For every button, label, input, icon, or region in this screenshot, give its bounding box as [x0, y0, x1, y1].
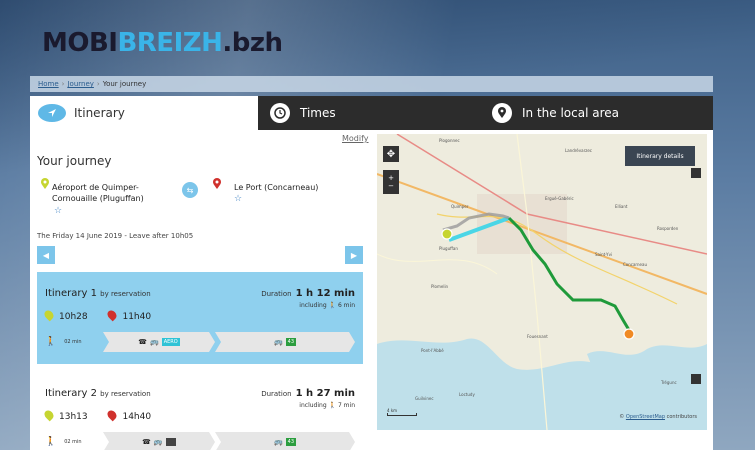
breadcrumb-separator: › [61, 80, 65, 88]
map-place-label: Plomelin [431, 284, 449, 289]
map-attribution: © OpenStreetMap contributors [619, 414, 697, 420]
map-pin-icon [492, 103, 512, 123]
itinerary-card-2[interactable]: Itinerary 2 by reservation Duration 1 h 2… [37, 372, 363, 450]
next-button[interactable]: ▶ [345, 246, 363, 264]
breadcrumb-home-link[interactable]: Home [38, 80, 59, 88]
map-place-label: Ergué-Gabéric [545, 196, 574, 201]
itinerary-duration: Duration 1 h 12 min [261, 288, 355, 299]
date-line: The Friday 14 June 2019 - Leave after 10… [37, 232, 194, 240]
itinerary-legs: 🚶 02 min ☎ 🚌 AERO 🚌 43 [45, 332, 355, 352]
tab-times[interactable]: Times [258, 96, 486, 130]
itinerary-title: Itinerary 2 by reservation [45, 388, 151, 399]
tab-bar: Itinerary Times In the local area [30, 96, 713, 130]
walk-leg: 🚶 02 min [45, 437, 82, 447]
map-place-label: Rosporden [657, 226, 679, 231]
breadcrumb-current: Your journey [102, 80, 147, 88]
map-place-label: Saint-Yvi [595, 252, 613, 257]
modify-link[interactable]: Modify [342, 134, 369, 143]
navigation-arrow-icon [38, 104, 66, 122]
swap-icon: ⇆ [186, 185, 194, 195]
itinerary-times: 10h28 11h40 [42, 308, 169, 322]
map-place-label: Pont-l'Abbé [421, 348, 444, 353]
map-place-label: Elliant [615, 204, 628, 209]
zoom-out-icon[interactable]: − [388, 182, 394, 190]
origin-pin-icon [42, 408, 56, 422]
map-place-label: Landrévarzec [565, 148, 592, 153]
origin-place: Aéroport de Quimper-Cornouaille (Pluguff… [52, 183, 144, 203]
map-scale: 4 km [387, 408, 417, 416]
arrow-right-icon: ▶ [350, 250, 358, 260]
clock-icon [270, 103, 290, 123]
walk-summary: including 🚶 6 min [299, 302, 355, 309]
destination-pin-icon [106, 308, 119, 322]
arrow-left-icon: ◀ [42, 250, 50, 260]
itinerary-details-button[interactable]: Itinerary details [625, 146, 695, 166]
itinerary-title: Itinerary 1 by reservation [45, 288, 151, 299]
walk-summary: including 🚶 7 min [299, 402, 355, 409]
zoom-control[interactable]: + − [383, 170, 399, 194]
transport-leg: 🚌 43 [215, 432, 355, 450]
depart-time: 10h28 [42, 308, 88, 322]
fullscreen-icon[interactable] [691, 374, 701, 384]
breadcrumb-separator: › [96, 80, 100, 88]
map-place-label: Trégunc [661, 380, 677, 385]
transport-leg: ☎ 🚌 [103, 432, 215, 450]
walking-icon: 🚶 [328, 302, 337, 309]
scale-bar [387, 413, 417, 416]
bus-icon: 🚌 [273, 338, 283, 346]
bus-icon: 🚌 [273, 438, 283, 446]
destination-place: Le Port (Concarneau) [234, 183, 319, 192]
bus-icon: 🚌 [150, 338, 159, 346]
map-place-label: Concarneau [623, 262, 647, 267]
phone-icon: ☎ [142, 438, 151, 446]
osm-link[interactable]: OpenStreetMap [626, 414, 665, 420]
route-map[interactable]: Plogonnec Landrévarzec Quimper Ergué-Gab… [377, 134, 707, 430]
map-place-label: Fouesnant [527, 334, 548, 339]
map-place-label: Pluguffan [439, 246, 458, 251]
arrive-time: 11h40 [106, 308, 151, 322]
site-logo[interactable]: MOBIBREIZH.bzh [42, 26, 283, 60]
breadcrumb: Home › Journey › Your journey [30, 76, 713, 92]
line-badge [166, 438, 176, 446]
swap-button[interactable]: ⇆ [182, 182, 198, 198]
move-icon: ✥ [386, 148, 396, 160]
itinerary-times: 13h13 14h40 [42, 408, 169, 422]
pan-control[interactable]: ✥ [383, 146, 399, 162]
layers-icon[interactable] [691, 168, 701, 178]
itinerary-duration: Duration 1 h 27 min [261, 388, 355, 399]
favorite-star-icon[interactable]: ☆ [234, 194, 242, 204]
map-place-label: Plogonnec [439, 138, 460, 143]
line-badge: 43 [287, 439, 295, 445]
breadcrumb-journey-link[interactable]: Journey [67, 80, 93, 88]
map-place-label: Loctudy [459, 392, 475, 397]
zoom-in-icon[interactable]: + [388, 174, 394, 182]
walking-icon: 🚶 [45, 337, 57, 347]
origin-pin-icon [42, 308, 56, 322]
walk-leg: 🚶 02 min [45, 337, 82, 347]
line-badge: 43 [287, 339, 295, 345]
map-canvas [377, 134, 707, 430]
tab-local-area[interactable]: In the local area [486, 96, 713, 130]
destination-pin-icon [106, 408, 119, 422]
transport-leg: 🚌 43 [215, 332, 355, 352]
arrive-time: 14h40 [106, 408, 151, 422]
depart-time: 13h13 [42, 408, 88, 422]
itinerary-card-1[interactable]: Itinerary 1 by reservation Duration 1 h 1… [37, 272, 363, 364]
main-panel: Modify Your journey Aéroport de Quimper-… [30, 130, 713, 450]
map-place-label: Guilvinec [415, 396, 434, 401]
transport-leg: ☎ 🚌 AERO [103, 332, 215, 352]
walking-icon: 🚶 [328, 402, 337, 409]
page-title: Your journey [37, 154, 112, 168]
walking-icon: 🚶 [45, 437, 57, 447]
tab-itinerary[interactable]: Itinerary [30, 96, 258, 130]
phone-icon: ☎ [138, 338, 147, 346]
bus-icon: 🚌 [153, 438, 163, 446]
line-badge: AERO [163, 339, 178, 345]
map-place-label: Quimper [451, 204, 469, 209]
previous-button[interactable]: ◀ [37, 246, 55, 264]
favorite-star-icon[interactable]: ☆ [54, 206, 62, 216]
itinerary-legs: 🚶 02 min ☎ 🚌 🚌 43 [45, 432, 355, 450]
